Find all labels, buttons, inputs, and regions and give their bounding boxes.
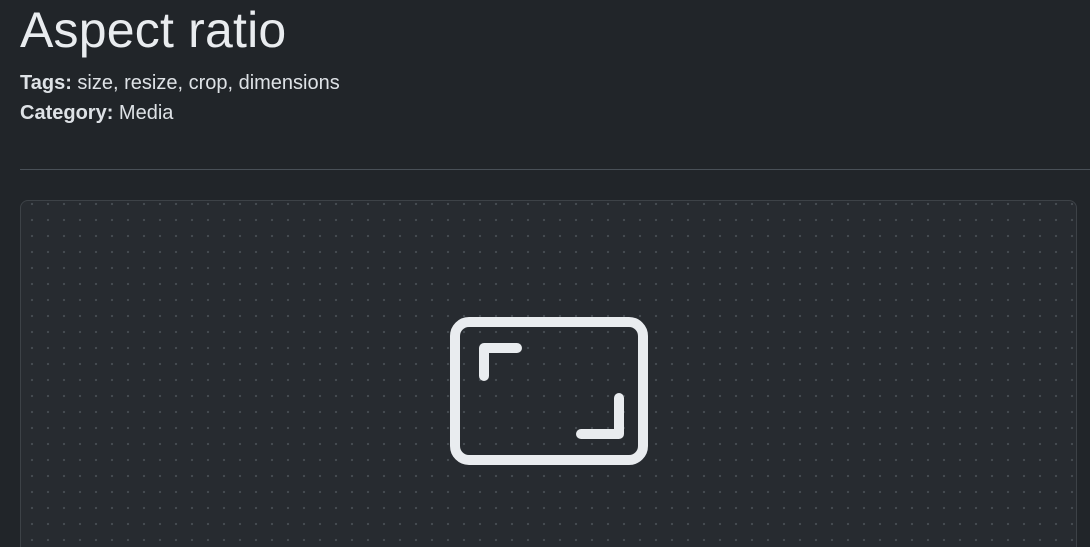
category-label: Category:: [20, 102, 114, 124]
aspect-ratio-icon: [449, 316, 649, 466]
tags-value: size, resize, crop, dimensions: [77, 72, 340, 94]
tags-row: Tags: size, resize, crop, dimensions: [20, 70, 340, 96]
tags-label: Tags:: [20, 72, 72, 94]
icon-detail-page: Aspect ratio Tags: size, resize, crop, d…: [0, 0, 1090, 547]
category-row: Category: Media: [20, 100, 173, 126]
category-value: Media: [118, 102, 174, 124]
page-title: Aspect ratio: [20, 2, 287, 58]
icon-preview-panel: [20, 200, 1077, 547]
section-divider: [20, 169, 1090, 170]
